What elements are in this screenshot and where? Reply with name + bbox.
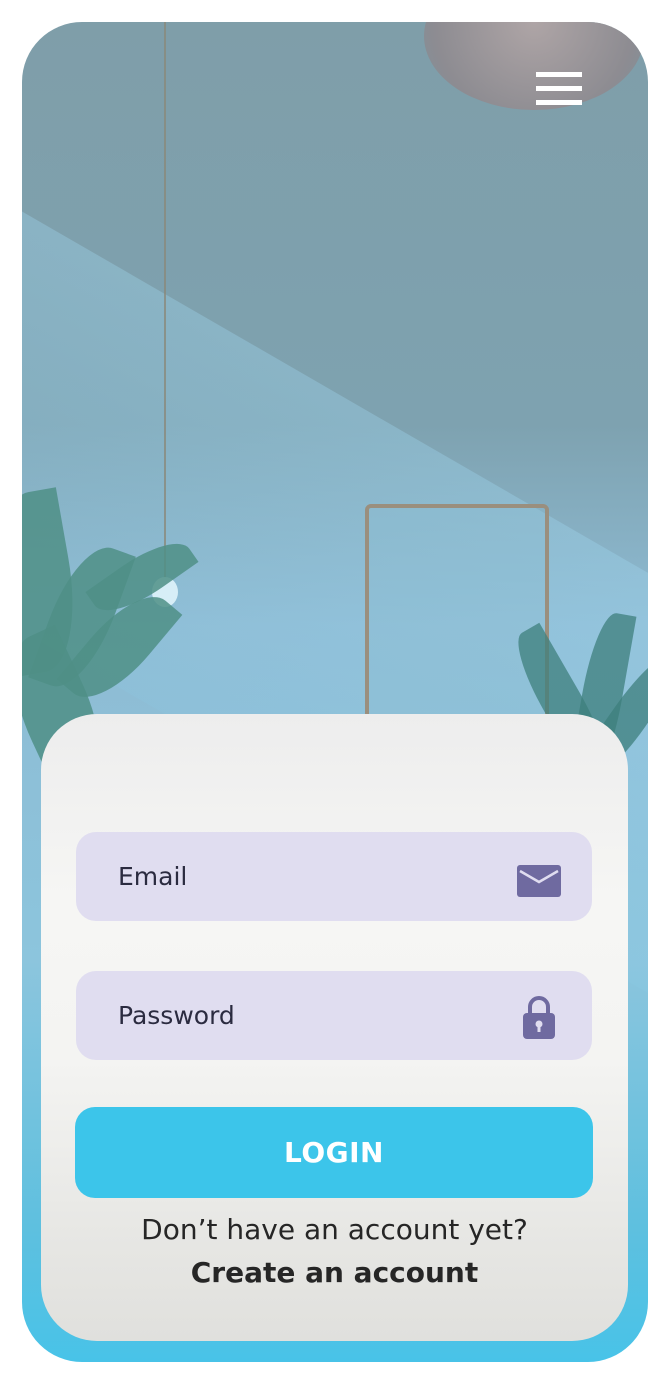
hamburger-menu-icon [536, 72, 582, 77]
password-field[interactable] [76, 971, 592, 1060]
create-account-link[interactable]: Create an account [41, 1256, 628, 1289]
password-input[interactable] [118, 971, 498, 1060]
wicker-lamp [424, 22, 644, 110]
lock-icon [523, 996, 555, 1039]
envelope-icon [517, 865, 561, 897]
email-field[interactable] [76, 832, 592, 921]
pendant-cord [164, 22, 166, 582]
menu-button[interactable] [536, 72, 582, 106]
signup-prompt: Don’t have an account yet? [141, 1213, 528, 1246]
login-button[interactable]: LOGIN [75, 1107, 593, 1198]
email-input[interactable] [118, 832, 498, 921]
